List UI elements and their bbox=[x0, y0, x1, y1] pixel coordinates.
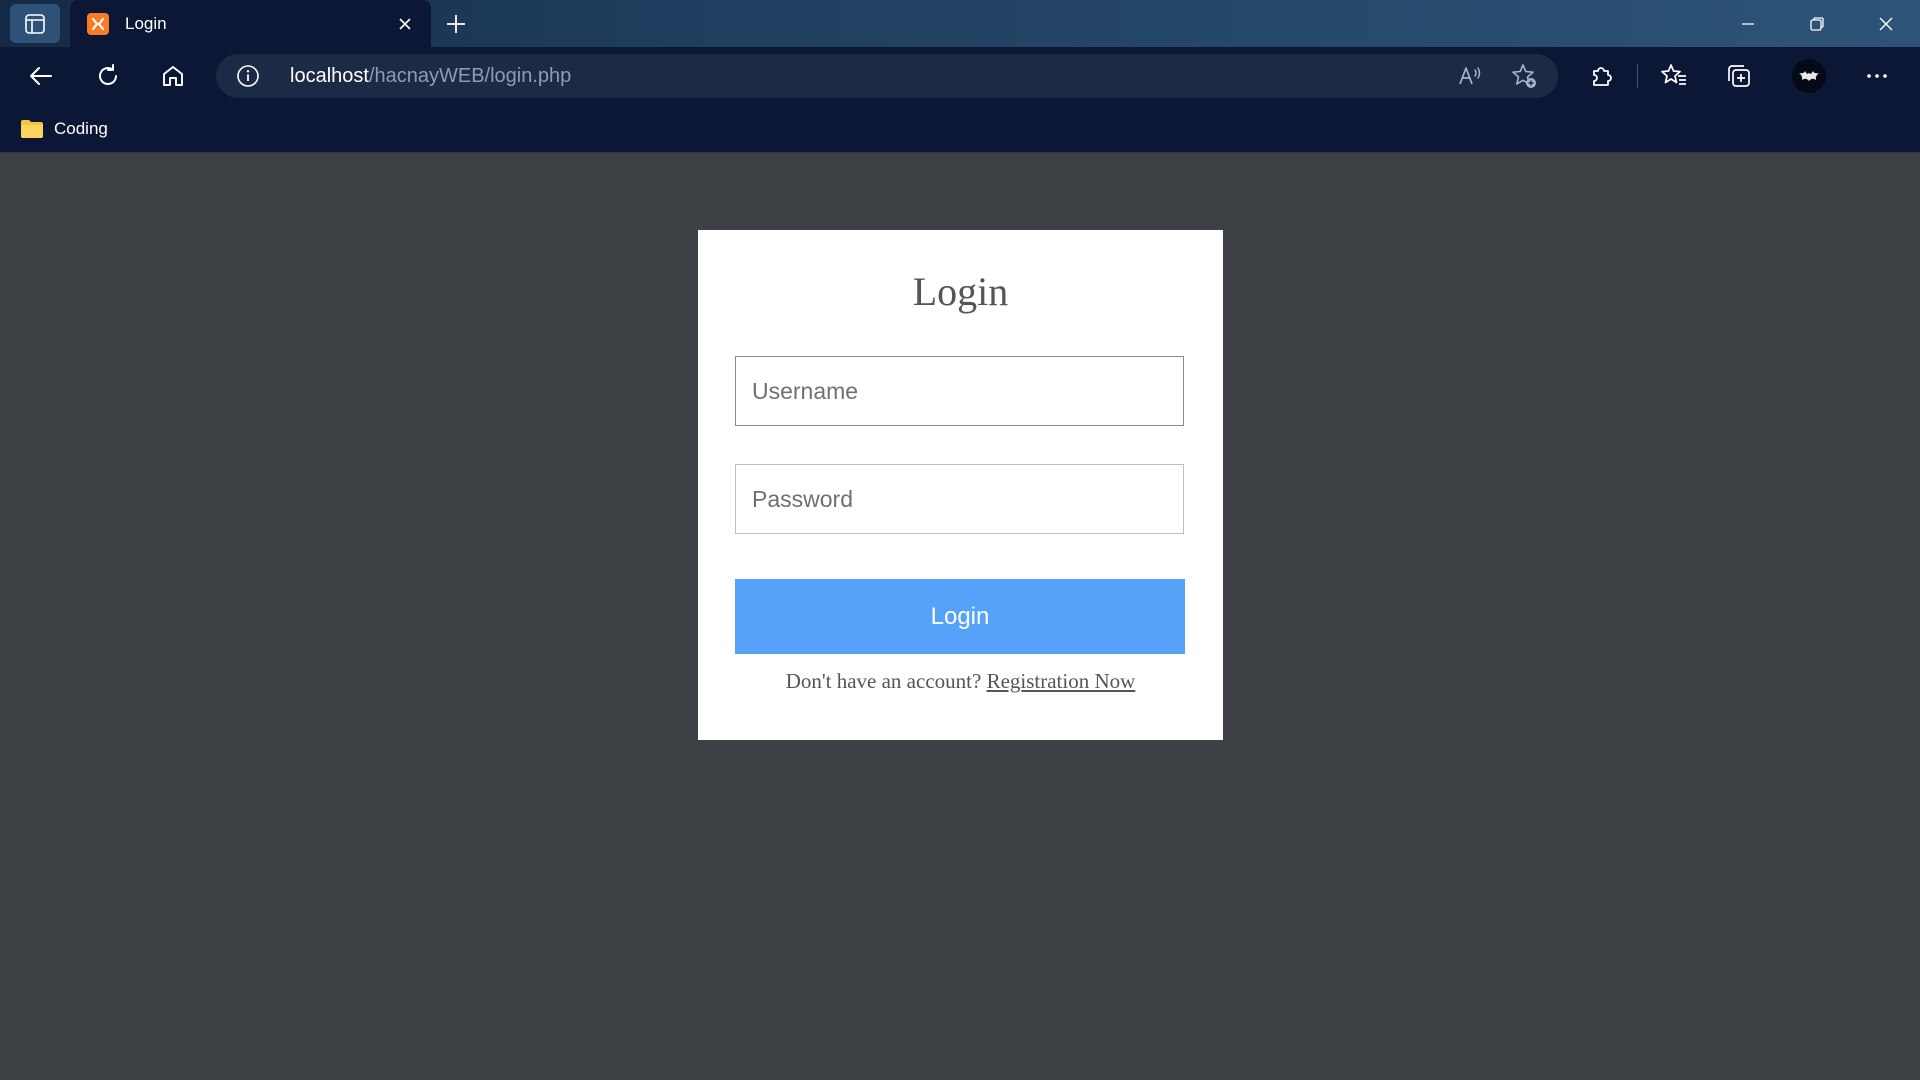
favorites-bar: Coding bbox=[0, 105, 1920, 153]
extensions-button[interactable] bbox=[1582, 56, 1622, 96]
register-prompt-line: Don't have an account? Registration Now bbox=[698, 669, 1223, 694]
plus-icon bbox=[447, 15, 465, 33]
collections-button[interactable] bbox=[1719, 56, 1759, 96]
login-title: Login bbox=[912, 269, 1009, 314]
page-viewport: Login Login Don't have an account? Regis… bbox=[0, 153, 1920, 1080]
login-card: Login Login Don't have an account? Regis… bbox=[698, 230, 1223, 740]
restore-icon bbox=[1809, 16, 1824, 31]
username-input[interactable] bbox=[735, 356, 1184, 426]
restore-button[interactable] bbox=[1782, 0, 1851, 47]
collections-icon bbox=[1728, 65, 1750, 87]
refresh-icon bbox=[99, 64, 117, 85]
back-button[interactable] bbox=[21, 56, 61, 96]
tab-close-button[interactable] bbox=[385, 4, 425, 44]
tab-actions-button[interactable] bbox=[10, 4, 60, 43]
back-arrow-icon bbox=[30, 67, 52, 85]
toolbar-divider bbox=[1637, 64, 1638, 88]
favorite-label: Coding bbox=[54, 119, 108, 138]
close-window-button[interactable] bbox=[1851, 0, 1920, 47]
url-text[interactable]: localhost/hacnayWEB/login.php bbox=[290, 65, 571, 88]
tab-bar: Login bbox=[0, 0, 1920, 47]
new-tab-button[interactable] bbox=[436, 4, 476, 44]
password-input[interactable] bbox=[735, 464, 1184, 534]
tab-actions-icon bbox=[25, 13, 45, 34]
more-dots-icon bbox=[1867, 74, 1887, 78]
puzzle-icon bbox=[1593, 67, 1612, 86]
more-menu-button[interactable] bbox=[1857, 56, 1897, 96]
folder-icon bbox=[21, 120, 43, 138]
tab-login[interactable]: Login bbox=[70, 0, 431, 47]
browser-toolbar: localhost/hacnayWEB/login.php bbox=[0, 47, 1920, 105]
read-aloud-button[interactable] bbox=[1454, 60, 1486, 92]
tab-title: Login bbox=[125, 13, 167, 33]
url-host: localhost bbox=[290, 65, 369, 87]
star-add-icon bbox=[1512, 64, 1536, 88]
favorites-icon bbox=[1661, 64, 1686, 85]
minimize-button[interactable] bbox=[1713, 0, 1782, 47]
url-path: /hacnayWEB/login.php bbox=[368, 65, 572, 87]
close-icon bbox=[1879, 17, 1892, 30]
batman-logo-icon bbox=[1799, 71, 1819, 81]
favorites-button[interactable] bbox=[1654, 56, 1694, 96]
close-icon bbox=[399, 17, 411, 30]
register-prompt-text: Don't have an account? bbox=[785, 669, 982, 693]
home-button[interactable] bbox=[153, 56, 193, 96]
site-info-icon[interactable] bbox=[236, 64, 260, 88]
minimize-icon bbox=[1741, 22, 1754, 25]
address-bar[interactable]: localhost/hacnayWEB/login.php bbox=[216, 54, 1558, 98]
xampp-favicon-icon bbox=[87, 12, 109, 35]
login-button[interactable]: Login bbox=[735, 579, 1185, 654]
home-icon bbox=[163, 66, 183, 86]
read-aloud-icon bbox=[1459, 67, 1481, 85]
registration-link[interactable]: Registration Now bbox=[987, 669, 1136, 693]
profile-avatar[interactable] bbox=[1792, 59, 1826, 93]
add-favorite-button[interactable] bbox=[1508, 60, 1540, 92]
favorite-folder-coding[interactable]: Coding bbox=[12, 113, 116, 145]
refresh-button[interactable] bbox=[88, 56, 128, 96]
